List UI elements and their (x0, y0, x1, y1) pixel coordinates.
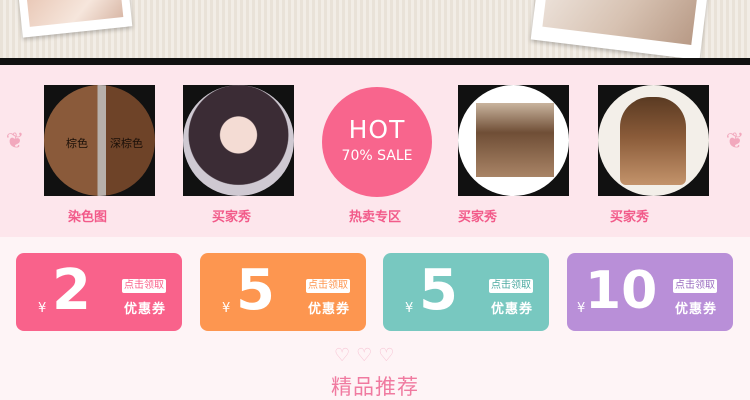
coupon-amount: 5 (236, 258, 275, 323)
buyer-photo (598, 85, 709, 196)
coupon-2[interactable]: ¥ 2 点击领取 优惠券 (16, 253, 182, 331)
dye-label-brown: 棕色 (66, 137, 88, 150)
caption-buyer-show-3[interactable]: 买家秀 (610, 206, 649, 225)
hot-badge-subtitle: 70% SALE (341, 148, 413, 164)
hot-badge-title: HOT (348, 115, 406, 144)
hearts-icon: ♡♡♡ (334, 345, 401, 366)
claim-tag[interactable]: 点击领取 (489, 279, 533, 293)
coupon-label: 优惠券 (124, 302, 167, 317)
top-banner (0, 0, 750, 61)
caption-hot-sale[interactable]: 热卖专区 (349, 206, 401, 225)
currency-symbol: ¥ (222, 301, 231, 316)
currency-symbol: ¥ (405, 301, 414, 316)
coupon-5-teal[interactable]: ¥ 5 点击领取 优惠券 (383, 253, 549, 331)
coupon-amount: 10 (585, 261, 658, 321)
caption-dye-chart[interactable]: 染色图 (68, 206, 107, 225)
section-title: 精品推荐 (331, 375, 419, 399)
hot-sale-badge[interactable]: HOT 70% SALE (322, 87, 432, 197)
flourish-left-icon: ❦ (5, 129, 25, 154)
coupon-label: 优惠券 (675, 302, 718, 317)
hair-dye-photo: 棕色 深棕色 (44, 85, 155, 196)
category-thumb-dye-chart[interactable]: 棕色 深棕色 (44, 85, 155, 196)
coupon-section: ¥ 2 点击领取 优惠券 ¥ 5 点击领取 优惠券 ¥ 5 点击领取 优惠券 ¥… (0, 237, 750, 400)
buyer-photo (458, 85, 569, 196)
banner-photo-right (530, 0, 710, 61)
claim-tag[interactable]: 点击领取 (122, 279, 166, 293)
divider-bar (0, 58, 750, 65)
coupon-label: 优惠券 (308, 302, 351, 317)
coupon-amount: 5 (419, 258, 458, 323)
caption-buyer-show-2[interactable]: 买家秀 (458, 206, 497, 225)
banner-photo-left (17, 0, 133, 38)
buyer-photo (183, 85, 294, 196)
coupon-label: 优惠券 (491, 302, 534, 317)
category-thumb-buyer-show-3[interactable] (598, 85, 709, 196)
category-thumb-buyer-show-1[interactable] (183, 85, 294, 196)
dye-label-dark-brown: 深棕色 (110, 137, 143, 150)
coupon-10[interactable]: ¥ 10 点击领取 优惠券 (567, 253, 733, 331)
currency-symbol: ¥ (38, 301, 47, 316)
caption-buyer-show-1[interactable]: 买家秀 (212, 206, 251, 225)
flourish-right-icon: ❦ (725, 129, 745, 154)
category-section: ❦ ❦ 棕色 深棕色 HOT 70% SALE 染色图 买家秀 热卖专区 买家秀… (0, 65, 750, 237)
coupon-amount: 2 (52, 258, 91, 323)
coupon-5-orange[interactable]: ¥ 5 点击领取 优惠券 (200, 253, 366, 331)
claim-tag[interactable]: 点击领取 (673, 279, 717, 293)
category-thumb-buyer-show-2[interactable] (458, 85, 569, 196)
claim-tag[interactable]: 点击领取 (306, 279, 350, 293)
